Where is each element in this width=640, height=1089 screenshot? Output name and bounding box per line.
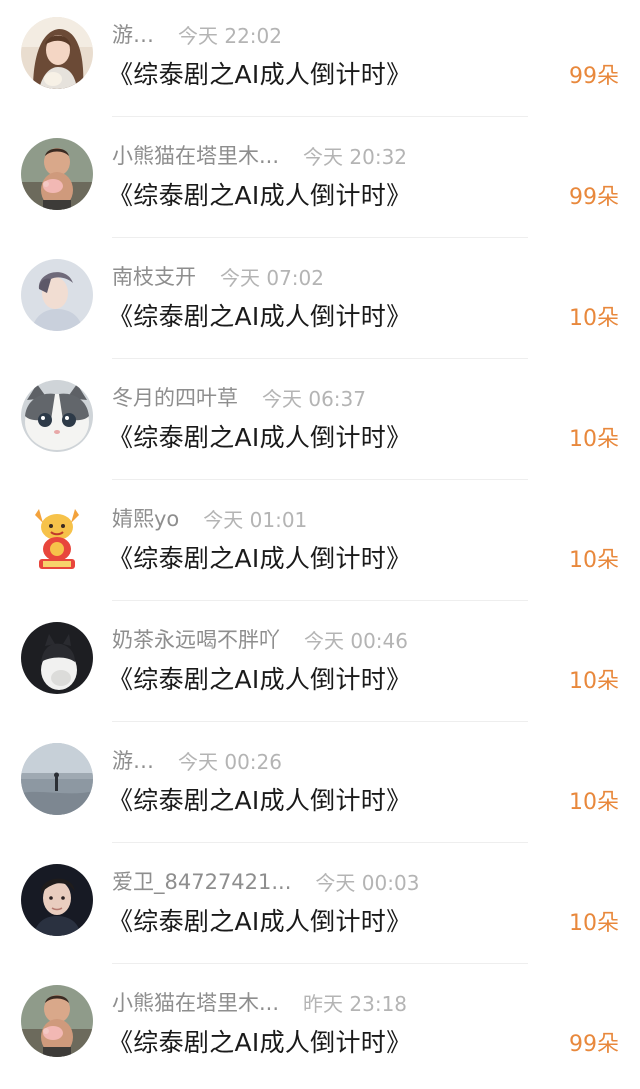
item-meta: 小熊猫在塔里木... 今天 20:32 bbox=[112, 139, 407, 171]
timestamp: 今天 06:37 bbox=[262, 386, 366, 411]
item-meta: 婧熙yo 今天 01:01 bbox=[112, 502, 307, 534]
item-meta: 小熊猫在塔里木... 昨天 23:18 bbox=[112, 986, 407, 1018]
timestamp: 昨天 23:18 bbox=[303, 991, 408, 1016]
gift-count: 99朵 bbox=[569, 185, 619, 210]
drama-title[interactable]: 《综泰剧之AI成人倒计时》 bbox=[108, 418, 411, 454]
gift-count: 10朵 bbox=[569, 548, 619, 573]
avatar[interactable] bbox=[21, 864, 93, 936]
avatar[interactable] bbox=[21, 622, 93, 694]
list-item[interactable]: 冬月的四叶草 今天 06:37 《综泰剧之AI成人倒计时》 10朵 bbox=[0, 363, 640, 484]
divider bbox=[112, 963, 528, 964]
item-meta: 奶茶永远喝不胖吖 今天 00:46 bbox=[112, 623, 408, 655]
username[interactable]: 小熊猫在塔里木... bbox=[112, 140, 279, 170]
item-meta: 爱卫_84727421... 今天 00:03 bbox=[112, 865, 419, 897]
divider bbox=[112, 479, 528, 480]
black-white-cat-photo-icon bbox=[21, 622, 93, 694]
username[interactable]: 奶茶永远喝不胖吖 bbox=[112, 624, 280, 654]
list-item[interactable]: 游… 今天 00:26 《综泰剧之AI成人倒计时》 10朵 bbox=[0, 726, 640, 847]
drama-title[interactable]: 《综泰剧之AI成人倒计时》 bbox=[108, 660, 411, 696]
cat-photo-icon bbox=[21, 380, 93, 452]
cartoon-dragon-icon bbox=[21, 501, 93, 573]
divider bbox=[112, 721, 528, 722]
divider bbox=[112, 600, 528, 601]
list-item[interactable]: 婧熙yo 今天 01:01 《综泰剧之AI成人倒计时》 10朵 bbox=[0, 484, 640, 605]
divider bbox=[112, 116, 528, 117]
list-item[interactable]: 南枝支开 今天 07:02 《综泰剧之AI成人倒计时》 10朵 bbox=[0, 242, 640, 363]
username[interactable]: 南枝支开 bbox=[112, 261, 196, 291]
beach-silhouette-photo-icon bbox=[21, 743, 93, 815]
man-portrait-photo-icon bbox=[21, 864, 93, 936]
avatar[interactable] bbox=[21, 380, 93, 452]
list-item[interactable]: 爱卫_84727421... 今天 00:03 《综泰剧之AI成人倒计时》 10… bbox=[0, 847, 640, 968]
item-meta: 南枝支开 今天 07:02 bbox=[112, 260, 324, 292]
username[interactable]: 爱卫_84727421... bbox=[112, 866, 291, 896]
username[interactable]: 婧熙yo bbox=[112, 503, 179, 533]
woman-photo-icon bbox=[21, 17, 93, 89]
timestamp: 今天 00:46 bbox=[304, 628, 408, 653]
list-item[interactable]: 奶茶永远喝不胖吖 今天 00:46 《综泰剧之AI成人倒计时》 10朵 bbox=[0, 605, 640, 726]
item-meta: 冬月的四叶草 今天 06:37 bbox=[112, 381, 366, 413]
gift-count: 10朵 bbox=[569, 427, 619, 452]
baby-with-piglet-photo-icon bbox=[21, 138, 93, 210]
timestamp: 今天 01:01 bbox=[203, 507, 308, 532]
gift-count: 10朵 bbox=[569, 669, 619, 694]
gift-count: 99朵 bbox=[569, 1032, 619, 1057]
drama-title[interactable]: 《综泰剧之AI成人倒计时》 bbox=[108, 55, 411, 91]
young-man-photo-icon bbox=[21, 259, 93, 331]
timestamp: 今天 00:26 bbox=[178, 749, 282, 774]
avatar[interactable] bbox=[21, 501, 93, 573]
gift-count: 10朵 bbox=[569, 306, 619, 331]
avatar[interactable] bbox=[21, 17, 93, 89]
gift-count: 99朵 bbox=[569, 64, 619, 89]
gift-record-list: 游… 今天 22:02 《综泰剧之AI成人倒计时》 99朵 小熊猫在塔里木...… bbox=[0, 0, 640, 1078]
avatar[interactable] bbox=[21, 138, 93, 210]
drama-title[interactable]: 《综泰剧之AI成人倒计时》 bbox=[108, 781, 411, 817]
timestamp: 今天 20:32 bbox=[303, 144, 408, 169]
drama-title[interactable]: 《综泰剧之AI成人倒计时》 bbox=[108, 902, 411, 938]
divider bbox=[112, 842, 528, 843]
divider bbox=[112, 358, 528, 359]
list-item[interactable]: 小熊猫在塔里木... 昨天 23:18 《综泰剧之AI成人倒计时》 99朵 bbox=[0, 968, 640, 1089]
baby-with-piglet-photo-icon bbox=[21, 985, 93, 1057]
avatar[interactable] bbox=[21, 259, 93, 331]
drama-title[interactable]: 《综泰剧之AI成人倒计时》 bbox=[108, 539, 411, 575]
drama-title[interactable]: 《综泰剧之AI成人倒计时》 bbox=[108, 1023, 411, 1059]
gift-count: 10朵 bbox=[569, 790, 619, 815]
username[interactable]: 小熊猫在塔里木... bbox=[112, 987, 279, 1017]
username[interactable]: 游… bbox=[112, 745, 154, 775]
username[interactable]: 游… bbox=[112, 19, 154, 49]
gift-count: 10朵 bbox=[569, 911, 619, 936]
timestamp: 今天 00:03 bbox=[315, 870, 420, 895]
avatar[interactable] bbox=[21, 743, 93, 815]
timestamp: 今天 07:02 bbox=[220, 265, 324, 290]
list-item[interactable]: 小熊猫在塔里木... 今天 20:32 《综泰剧之AI成人倒计时》 99朵 bbox=[0, 121, 640, 242]
list-item[interactable]: 游… 今天 22:02 《综泰剧之AI成人倒计时》 99朵 bbox=[0, 0, 640, 121]
divider bbox=[112, 237, 528, 238]
item-meta: 游… 今天 00:26 bbox=[112, 744, 282, 776]
drama-title[interactable]: 《综泰剧之AI成人倒计时》 bbox=[108, 297, 411, 333]
avatar[interactable] bbox=[21, 985, 93, 1057]
username[interactable]: 冬月的四叶草 bbox=[112, 382, 238, 412]
drama-title[interactable]: 《综泰剧之AI成人倒计时》 bbox=[108, 176, 411, 212]
item-meta: 游… 今天 22:02 bbox=[112, 18, 282, 50]
timestamp: 今天 22:02 bbox=[178, 23, 282, 48]
